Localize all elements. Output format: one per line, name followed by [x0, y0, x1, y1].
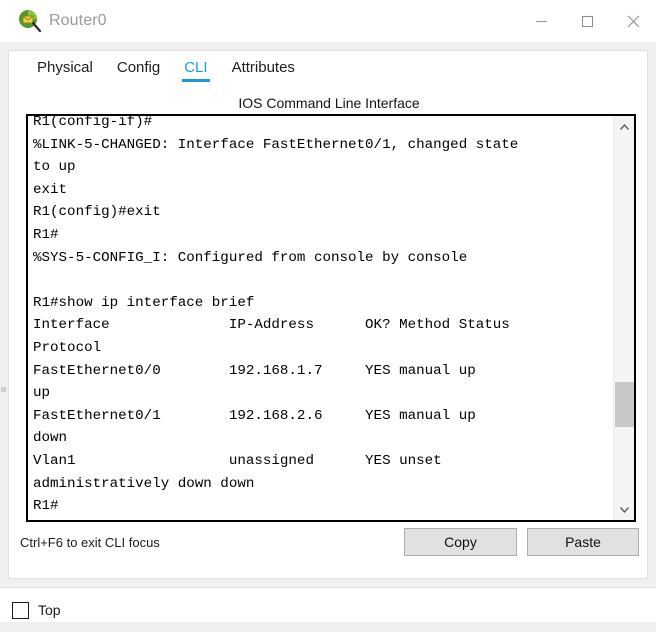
- window-controls: [518, 0, 656, 42]
- terminal-scrollbar[interactable]: [613, 116, 634, 520]
- edge-artifact: [1, 387, 6, 392]
- window-titlebar: Router0: [0, 0, 656, 43]
- cli-terminal[interactable]: R1(config-if)# %LINK-5-CHANGED: Interfac…: [26, 114, 636, 522]
- tab-bar: Physical Config CLI Attributes: [9, 57, 307, 89]
- router-device-icon: [17, 8, 43, 34]
- panel-inner: Physical Config CLI Attributes IOS Comma…: [8, 50, 648, 579]
- cli-section-title: IOS Command Line Interface: [238, 95, 420, 111]
- top-checkbox[interactable]: [12, 601, 29, 619]
- copy-button[interactable]: Copy: [404, 528, 517, 556]
- close-icon[interactable]: [610, 0, 656, 42]
- packet-tracer-device-window: Router0 Physical Config CLI Attributes I…: [0, 0, 656, 632]
- window-footer: Top: [0, 587, 656, 632]
- tab-config[interactable]: Config: [105, 57, 172, 84]
- device-panel: Physical Config CLI Attributes IOS Comma…: [0, 42, 656, 587]
- tab-cli[interactable]: CLI: [172, 57, 219, 84]
- maximize-icon[interactable]: [564, 0, 610, 42]
- tab-attributes[interactable]: Attributes: [220, 57, 307, 84]
- chevron-down-icon[interactable]: [614, 498, 634, 520]
- minimize-icon[interactable]: [518, 0, 564, 42]
- scrollbar-thumb[interactable]: [615, 382, 634, 427]
- tab-physical[interactable]: Physical: [25, 57, 105, 84]
- top-checkbox-label: Top: [38, 602, 61, 618]
- cli-output-text: R1(config-if)# %LINK-5-CHANGED: Interfac…: [33, 114, 519, 515]
- window-title: Router0: [49, 12, 107, 29]
- cli-focus-hint: Ctrl+F6 to exit CLI focus: [20, 535, 160, 550]
- paste-button[interactable]: Paste: [527, 528, 639, 556]
- chevron-up-icon[interactable]: [614, 116, 634, 138]
